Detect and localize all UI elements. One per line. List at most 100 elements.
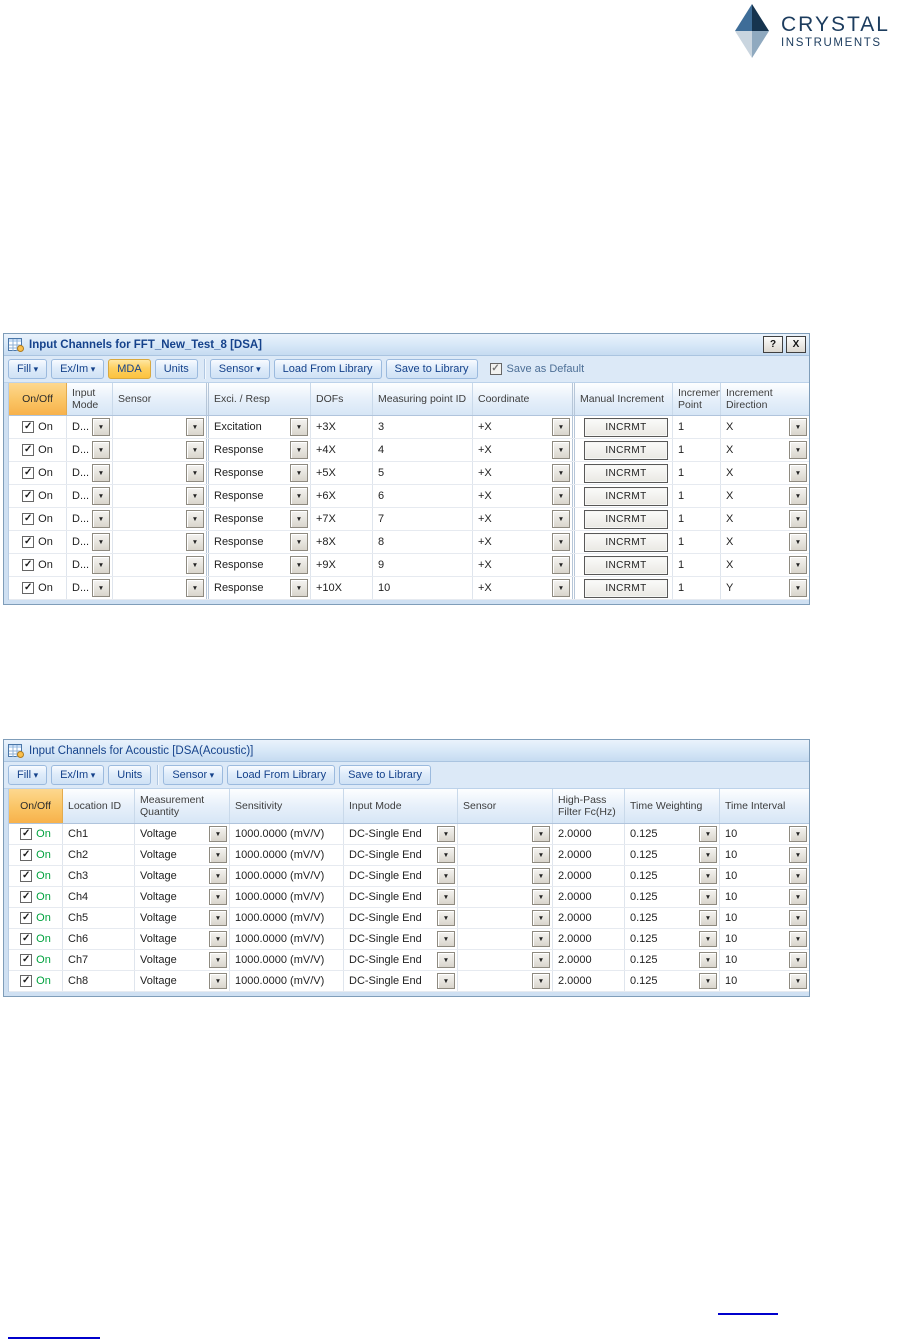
- dropdown-arrow-icon[interactable]: [290, 510, 308, 528]
- exci-resp-cell[interactable]: Response: [209, 577, 311, 599]
- dropdown-arrow-icon[interactable]: [552, 418, 570, 436]
- dropdown-arrow-icon[interactable]: [290, 487, 308, 505]
- quantity-cell[interactable]: Voltage: [135, 908, 230, 928]
- dropdown-arrow-icon[interactable]: [186, 418, 204, 436]
- increment-direction-cell[interactable]: X: [721, 531, 809, 553]
- quantity-cell[interactable]: Voltage: [135, 929, 230, 949]
- channel-on-checkbox[interactable]: [22, 513, 35, 525]
- ex-im-button[interactable]: Ex/Im: [51, 359, 105, 379]
- dropdown-arrow-icon[interactable]: [789, 441, 807, 459]
- dropdown-arrow-icon[interactable]: [532, 889, 550, 905]
- dropdown-arrow-icon[interactable]: [789, 487, 807, 505]
- channel-on-checkbox[interactable]: [20, 849, 33, 861]
- point-id-cell[interactable]: 8: [373, 531, 473, 553]
- input-mode-cell[interactable]: DC-Single End: [344, 845, 458, 865]
- dofs-cell[interactable]: +9X: [311, 554, 373, 576]
- coordinate-cell[interactable]: +X: [473, 439, 575, 461]
- dropdown-arrow-icon[interactable]: [186, 533, 204, 551]
- location-id-cell[interactable]: Ch4: [63, 887, 135, 907]
- close-button[interactable]: X: [786, 336, 806, 353]
- dropdown-arrow-icon[interactable]: [552, 533, 570, 551]
- sensor-cell[interactable]: [113, 531, 209, 553]
- coordinate-cell[interactable]: +X: [473, 485, 575, 507]
- dofs-cell[interactable]: +3X: [311, 416, 373, 438]
- incrmt-button[interactable]: INCRMT: [584, 555, 668, 575]
- incrmt-button[interactable]: INCRMT: [584, 417, 668, 437]
- dropdown-arrow-icon[interactable]: [92, 487, 110, 505]
- dropdown-arrow-icon[interactable]: [532, 931, 550, 947]
- increment-point-cell[interactable]: 1: [673, 554, 721, 576]
- point-id-cell[interactable]: 9: [373, 554, 473, 576]
- channel-on-checkbox[interactable]: [22, 444, 35, 456]
- time-interval-cell[interactable]: 10: [720, 950, 809, 970]
- dropdown-arrow-icon[interactable]: [789, 889, 807, 905]
- point-id-cell[interactable]: 6: [373, 485, 473, 507]
- location-id-cell[interactable]: Ch8: [63, 971, 135, 991]
- load-from-library-button[interactable]: Load From Library: [227, 765, 336, 785]
- dropdown-arrow-icon[interactable]: [92, 441, 110, 459]
- time-weighting-cell[interactable]: 0.125: [625, 929, 720, 949]
- location-id-cell[interactable]: Ch6: [63, 929, 135, 949]
- input-mode-cell[interactable]: D...: [67, 531, 113, 553]
- dropdown-arrow-icon[interactable]: [437, 952, 455, 968]
- increment-point-cell[interactable]: 1: [673, 577, 721, 599]
- coordinate-cell[interactable]: +X: [473, 577, 575, 599]
- incrmt-button[interactable]: INCRMT: [584, 509, 668, 529]
- sensor-cell[interactable]: [458, 824, 553, 844]
- dofs-cell[interactable]: +8X: [311, 531, 373, 553]
- dropdown-arrow-icon[interactable]: [789, 826, 807, 842]
- dropdown-arrow-icon[interactable]: [699, 826, 717, 842]
- increment-point-cell[interactable]: 1: [673, 462, 721, 484]
- dropdown-arrow-icon[interactable]: [290, 418, 308, 436]
- dropdown-arrow-icon[interactable]: [186, 510, 204, 528]
- dropdown-arrow-icon[interactable]: [186, 579, 204, 597]
- increment-direction-cell[interactable]: Y: [721, 577, 809, 599]
- channel-on-checkbox[interactable]: [22, 582, 35, 594]
- dropdown-arrow-icon[interactable]: [552, 441, 570, 459]
- sensor-cell[interactable]: [113, 485, 209, 507]
- dropdown-arrow-icon[interactable]: [789, 931, 807, 947]
- dropdown-arrow-icon[interactable]: [699, 847, 717, 863]
- sensor-cell[interactable]: [458, 866, 553, 886]
- channel-on-checkbox[interactable]: [20, 975, 33, 987]
- dropdown-arrow-icon[interactable]: [437, 973, 455, 989]
- sensitivity-cell[interactable]: 1000.0000 (mV/V): [230, 887, 344, 907]
- sensor-cell[interactable]: [113, 416, 209, 438]
- increment-direction-cell[interactable]: X: [721, 508, 809, 530]
- time-weighting-cell[interactable]: 0.125: [625, 845, 720, 865]
- dropdown-arrow-icon[interactable]: [209, 868, 227, 884]
- input-mode-cell[interactable]: DC-Single End: [344, 824, 458, 844]
- dropdown-arrow-icon[interactable]: [92, 533, 110, 551]
- dofs-cell[interactable]: +6X: [311, 485, 373, 507]
- hp-filter-cell[interactable]: 2.0000: [553, 929, 625, 949]
- save-as-default-checkbox[interactable]: [489, 363, 502, 375]
- hp-filter-cell[interactable]: 2.0000: [553, 866, 625, 886]
- exci-resp-cell[interactable]: Response: [209, 554, 311, 576]
- dropdown-arrow-icon[interactable]: [552, 510, 570, 528]
- channel-on-checkbox[interactable]: [20, 912, 33, 924]
- incrmt-button[interactable]: INCRMT: [584, 440, 668, 460]
- location-id-cell[interactable]: Ch5: [63, 908, 135, 928]
- incrmt-button[interactable]: INCRMT: [584, 578, 668, 598]
- channel-on-checkbox[interactable]: [22, 536, 35, 548]
- dofs-cell[interactable]: +7X: [311, 508, 373, 530]
- input-mode-cell[interactable]: D...: [67, 416, 113, 438]
- save-to-library-button[interactable]: Save to Library: [339, 765, 432, 785]
- exci-resp-cell[interactable]: Response: [209, 485, 311, 507]
- dropdown-arrow-icon[interactable]: [209, 889, 227, 905]
- dialog2-titlebar[interactable]: Input Channels for Acoustic [DSA(Acousti…: [4, 740, 809, 762]
- time-weighting-cell[interactable]: 0.125: [625, 950, 720, 970]
- dropdown-arrow-icon[interactable]: [532, 847, 550, 863]
- sensitivity-cell[interactable]: 1000.0000 (mV/V): [230, 971, 344, 991]
- sensitivity-cell[interactable]: 1000.0000 (mV/V): [230, 950, 344, 970]
- input-mode-cell[interactable]: D...: [67, 508, 113, 530]
- coordinate-cell[interactable]: +X: [473, 508, 575, 530]
- increment-direction-cell[interactable]: X: [721, 485, 809, 507]
- location-id-cell[interactable]: Ch1: [63, 824, 135, 844]
- input-mode-cell[interactable]: DC-Single End: [344, 908, 458, 928]
- dropdown-arrow-icon[interactable]: [290, 441, 308, 459]
- sensitivity-cell[interactable]: 1000.0000 (mV/V): [230, 845, 344, 865]
- dropdown-arrow-icon[interactable]: [209, 826, 227, 842]
- incrmt-button[interactable]: INCRMT: [584, 463, 668, 483]
- incrmt-button[interactable]: INCRMT: [584, 532, 668, 552]
